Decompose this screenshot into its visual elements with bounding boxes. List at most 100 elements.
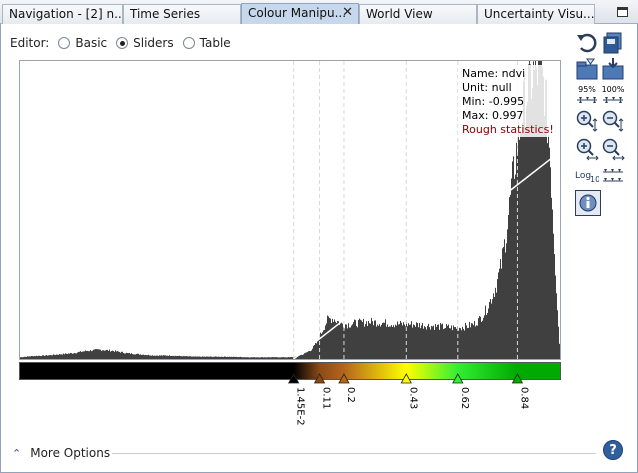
histogram-bin [32,355,33,359]
histogram-bin [165,355,166,359]
histogram-bin [478,318,479,359]
histogram-bin [207,356,208,359]
histogram-bin [53,354,54,359]
histogram-bin [74,352,75,359]
export-icon[interactable] [601,31,625,55]
close-icon[interactable]: ✕ [342,5,353,20]
histogram-bin [455,327,456,359]
histogram-bin [81,352,82,359]
histogram-bin [342,323,343,359]
zoom-in-vertical-icon[interactable] [575,109,599,133]
histogram-bin [143,354,144,359]
histogram-plot[interactable]: Name: ndvi Unit: null Min: -0.995 Max: 0… [19,60,561,360]
histogram-bin [507,229,508,359]
histogram-bin [362,321,363,359]
more-options-toggle[interactable]: ⌃ More Options [12,446,110,460]
histogram-bin [213,356,214,359]
histogram-bin [227,356,228,359]
export-data-icon[interactable] [601,57,625,81]
histogram-bin [58,354,59,359]
slider-handle[interactable] [287,373,300,384]
histogram-bin [31,355,32,359]
histogram-bin [361,320,362,359]
histogram-bin [388,326,389,359]
zoom-out-vertical-icon[interactable] [601,109,625,133]
slider-handle[interactable] [452,373,464,384]
histogram-bin [440,323,441,359]
histogram-bin [246,357,247,359]
zoom-out-horizontal-icon[interactable] [601,137,625,161]
histogram-bin [39,355,40,359]
histogram-bin [282,357,283,359]
histogram-bin [512,161,513,359]
radio-label: Sliders [133,36,174,50]
histogram-bin [433,325,434,359]
histogram-bin [136,353,137,359]
zoom-95-icon[interactable]: 95% [575,84,599,106]
slider-handle[interactable] [400,373,412,384]
zoom-100-label: 100% [602,85,625,94]
histogram-bin [280,357,281,359]
histogram-bin [386,326,387,359]
histogram-bin [108,350,109,359]
histogram-bin [103,350,104,359]
histogram-bin [193,356,194,359]
histogram-bin [557,310,558,359]
histogram-bin [358,319,359,359]
histogram-bin [251,357,252,359]
help-icon[interactable]: ? [603,440,623,460]
histogram-bin [382,322,383,359]
histogram-bin [54,354,55,359]
histogram-bin [357,327,358,359]
tab-label: Colour Manipu... [248,6,347,20]
histogram-bin [79,351,80,359]
histogram-bin [86,350,87,359]
tab-navigation[interactable]: Navigation - [2] n... [2,4,123,24]
minimize-icon[interactable] [617,7,628,17]
histogram-bin [306,352,307,359]
histogram-bin [51,355,52,359]
histogram-bin [45,355,46,359]
editor-table-radio[interactable]: Table [182,36,231,50]
histogram-bin [398,324,399,359]
histogram-bin [218,356,219,359]
slider-handle[interactable] [313,373,326,384]
histogram-bin [327,315,328,359]
tab-colour-manipulation[interactable]: Colour Manipu... ✕ [241,3,359,24]
radio-selected-icon [116,37,129,49]
histogram-bin [264,357,265,359]
histogram-bin [233,356,234,359]
histogram-bin [326,323,327,359]
histogram-bin [525,129,526,359]
editor-basic-radio[interactable]: Basic [58,36,107,50]
histogram-bin [22,357,23,359]
histogram-bin [510,194,511,359]
histogram-bin [495,287,496,359]
histogram-bin [205,356,206,359]
histogram-bin [118,351,119,359]
histogram-bin [239,357,240,359]
import-icon[interactable] [575,57,599,81]
editor-sliders-radio[interactable]: Sliders [116,36,174,50]
tab-time-series[interactable]: Time Series [123,4,241,24]
distribute-sliders-icon[interactable] [601,166,625,186]
slider-handle[interactable] [511,373,524,384]
reset-icon[interactable] [575,31,599,55]
info-toggle-icon[interactable] [575,190,601,216]
histogram-bin [222,356,223,359]
zoom-100-icon[interactable]: 100% [601,84,625,106]
histogram-bin [73,353,74,359]
histogram-bin [60,354,61,359]
zoom-in-horizontal-icon[interactable] [575,137,599,161]
log10-icon[interactable]: Log 10 [575,166,599,186]
slider-handle[interactable] [338,373,350,384]
tab-uncertainty-visualisation[interactable]: Uncertainty Visu... [477,4,595,24]
histogram-bin [391,325,392,359]
histogram-bin [131,353,132,359]
tab-world-view[interactable]: World View [359,4,477,24]
histogram-bin [448,324,449,359]
histogram-bin [29,356,30,359]
histogram-bin [124,353,125,359]
radio-label: Basic [75,36,108,50]
histogram-bin [515,174,516,359]
